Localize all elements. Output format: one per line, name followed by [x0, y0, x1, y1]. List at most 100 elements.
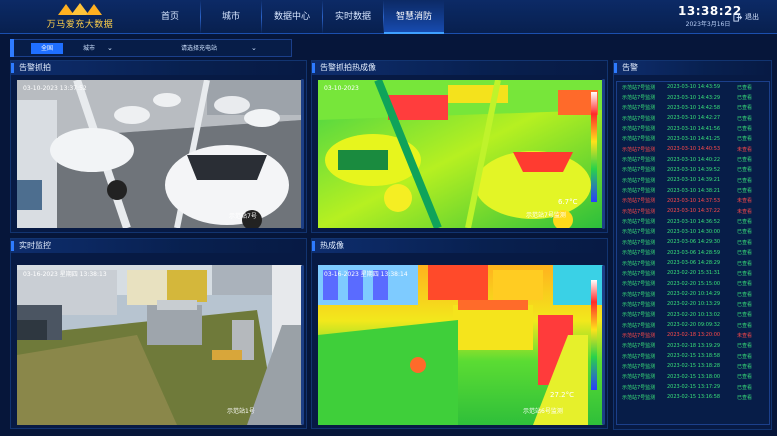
scrollbar[interactable]	[301, 79, 304, 229]
alarm-row[interactable]: 示范站7号监测 2023-03-06 14:28:29 已查看	[617, 258, 769, 268]
alarm-row[interactable]: 示范站7号监测 2023-03-10 14:43:29 已查看	[617, 92, 769, 102]
chevron-down-icon[interactable]: ⌄	[251, 43, 257, 54]
feed-timestamp: 03-10-2023 13:37:52	[23, 85, 87, 92]
clock-date: 2023年3月16日	[685, 21, 731, 28]
alarm-row[interactable]: 示范站7号监测 2023-02-15 13:18:00 已查看	[617, 372, 769, 382]
nav-home[interactable]: 首页	[140, 0, 200, 34]
alarm-station: 示范站7号监测	[622, 332, 656, 339]
nav-data-center[interactable]: 数据中心	[262, 0, 322, 34]
alarm-station: 示范站7号监测	[622, 270, 656, 277]
thermal-feed[interactable]: 03-16-2023 星期四 13:38:14 27.2°C 示范站6号监测	[318, 265, 603, 425]
alarm-station: 示范站7号监测	[622, 115, 656, 122]
alarm-station: 示范站7号监测	[622, 384, 656, 391]
alarm-station: 示范站7号监测	[622, 229, 656, 236]
alarm-station: 示范站7号监测	[622, 188, 656, 195]
alarm-time: 2023-03-10 14:42:58	[667, 104, 721, 111]
alarm-station: 示范站7号监测	[622, 374, 656, 381]
alarm-station: 示范站7号监测	[622, 260, 656, 267]
alarm-time: 2023-02-15 13:18:58	[667, 353, 721, 360]
alarm-status: 已查看	[737, 219, 753, 226]
nav-smart-fire[interactable]: 智慧消防	[384, 0, 444, 34]
alarm-row[interactable]: 示范站7号监测 2023-03-10 14:41:25 已查看	[617, 134, 769, 144]
alarm-thermal-feed[interactable]: 03-10-2023 6.7°C 示范站7号监测	[318, 80, 603, 228]
alarm-list[interactable]: 示范站7号监测 2023-03-10 14:43:59 已查看 示范站7号监测 2023…	[616, 81, 770, 425]
alarm-time: 2023-03-10 14:36:52	[667, 218, 721, 225]
nav-realtime-data[interactable]: 实时数据	[323, 0, 383, 34]
alarm-time: 2023-02-20 15:31:31	[667, 270, 721, 277]
alarm-station: 示范站7号监测	[622, 95, 656, 102]
alarm-status: 已查看	[737, 260, 753, 267]
alarm-row[interactable]: 示范站7号监测 2023-02-20 10:13:02 已查看	[617, 310, 769, 320]
scrollbar[interactable]	[301, 265, 304, 425]
alarm-time: 2023-02-20 09:09:32	[667, 322, 721, 329]
alarm-station: 示范站7号监测	[622, 105, 656, 112]
top-header: 万马爱充大数据 首页 城市 数据中心 实时数据 智慧消防 13:38:22 20…	[0, 0, 777, 34]
alarm-status: 已查看	[737, 239, 753, 246]
alarm-time: 2023-03-10 14:38:21	[667, 187, 721, 194]
logout-button[interactable]: 退出	[733, 12, 759, 22]
alarm-station: 示范站7号监测	[622, 219, 656, 226]
alarm-row[interactable]: 示范站7号监测 2023-02-15 13:16:58 已查看	[617, 392, 769, 402]
alarm-status: 未查看	[737, 208, 753, 215]
alarm-row[interactable]: 示范站7号监测 2023-03-10 14:39:52 已查看	[617, 165, 769, 175]
brand-logo[interactable]: 万马爱充大数据	[40, 2, 120, 32]
alarm-row[interactable]: 示范站7号监测 2023-03-10 14:38:21 已查看	[617, 185, 769, 195]
alarm-station: 示范站7号监测	[622, 136, 656, 143]
alarm-status: 已查看	[737, 374, 753, 381]
feed-caption: 示范站6号监测	[523, 407, 563, 415]
alarm-row[interactable]: 示范站7号监测 2023-02-20 09:09:32 已查看	[617, 320, 769, 330]
alarm-row[interactable]: 示范站7号监测 2023-02-20 10:13:29 已查看	[617, 299, 769, 309]
feed-timestamp: 03-16-2023 星期四 13:38:14	[324, 270, 408, 278]
alarm-row[interactable]: 示范站7号监测 2023-03-10 14:43:59 已查看	[617, 82, 769, 92]
nav-city[interactable]: 城市	[201, 0, 261, 34]
alarm-status: 已查看	[737, 167, 753, 174]
feed-caption: 示范站1号	[227, 407, 255, 415]
alarm-row[interactable]: 示范站7号监测 2023-02-15 13:18:28 已查看	[617, 361, 769, 371]
panel-title: 热成像	[312, 239, 607, 253]
alarm-row[interactable]: 示范站7号监测 2023-02-18 13:19:29 已查看	[617, 341, 769, 351]
chevron-down-icon[interactable]: ⌄	[107, 43, 113, 54]
alarm-row[interactable]: 示范站7号监测 2023-02-18 13:20:00 未查看	[617, 330, 769, 340]
alarm-station: 示范站7号监测	[622, 301, 656, 308]
main-nav: 首页 城市 数据中心 实时数据 智慧消防	[140, 0, 444, 34]
alarm-row[interactable]: 示范站7号监测 2023-03-06 14:28:59 已查看	[617, 248, 769, 258]
alarm-status: 已查看	[737, 105, 753, 112]
alarm-time: 2023-02-15 13:17:29	[667, 384, 721, 391]
alarm-row[interactable]: 示范站7号监测 2023-03-10 14:40:53 未查看	[617, 144, 769, 154]
alarm-time: 2023-03-10 14:30:00	[667, 228, 721, 235]
alarm-station: 示范站7号监测	[622, 208, 656, 215]
alarm-row[interactable]: 示范站7号监测 2023-02-20 15:31:31 已查看	[617, 268, 769, 278]
alarm-row[interactable]: 示范站7号监测 2023-03-10 14:40:22 已查看	[617, 154, 769, 164]
alarm-status: 已查看	[737, 384, 753, 391]
alarm-status: 已查看	[737, 229, 753, 236]
scrollbar[interactable]	[602, 265, 605, 425]
alarm-row[interactable]: 示范站7号监测 2023-03-10 14:39:21 已查看	[617, 175, 769, 185]
alarm-time: 2023-02-15 13:18:28	[667, 363, 721, 370]
alarm-row[interactable]: 示范站7号监测 2023-03-10 14:37:53 未查看	[617, 196, 769, 206]
scrollbar[interactable]	[602, 79, 605, 229]
alarm-station: 示范站7号监测	[622, 177, 656, 184]
alarm-row[interactable]: 示范站7号监测 2023-03-10 14:42:58 已查看	[617, 103, 769, 113]
alarm-status: 已查看	[737, 312, 753, 319]
alarm-station: 示范站7号监测	[622, 322, 656, 329]
alarm-station: 示范站7号监测	[622, 250, 656, 257]
alarm-row[interactable]: 示范站7号监测 2023-03-10 14:42:27 已查看	[617, 113, 769, 123]
alarm-row[interactable]: 示范站7号监测 2023-02-20 15:15:00 已查看	[617, 279, 769, 289]
alarm-row[interactable]: 示范站7号监测 2023-03-10 14:37:22 未查看	[617, 206, 769, 216]
alarm-row[interactable]: 示范站7号监测 2023-02-15 13:17:29 已查看	[617, 382, 769, 392]
clock: 13:38:22 2023年3月16日	[678, 4, 741, 28]
live-monitor-feed[interactable]: 03-16-2023 星期四 13:38:13 示范站1号	[17, 265, 302, 425]
all-regions-button[interactable]: 全国	[31, 43, 63, 54]
alarm-row[interactable]: 示范站7号监测 2023-03-10 14:41:56 已查看	[617, 123, 769, 133]
alarm-station: 示范站7号监测	[622, 167, 656, 174]
station-select[interactable]: 请选择充电站	[181, 43, 217, 54]
alarm-capture-feed[interactable]: 03-10-2023 13:37:52 示范站7号	[17, 80, 302, 228]
alarm-station: 示范站7号监测	[622, 146, 656, 153]
alarm-status: 已查看	[737, 188, 753, 195]
alarm-row[interactable]: 示范站7号监测 2023-03-10 14:36:52 已查看	[617, 216, 769, 226]
alarm-row[interactable]: 示范站7号监测 2023-03-06 14:29:30 已查看	[617, 237, 769, 247]
alarm-row[interactable]: 示范站7号监测 2023-02-20 10:14:29 已查看	[617, 289, 769, 299]
city-select[interactable]: 城市	[83, 43, 95, 54]
alarm-row[interactable]: 示范站7号监测 2023-02-15 13:18:58 已查看	[617, 351, 769, 361]
alarm-row[interactable]: 示范站7号监测 2023-03-10 14:30:00 已查看	[617, 227, 769, 237]
